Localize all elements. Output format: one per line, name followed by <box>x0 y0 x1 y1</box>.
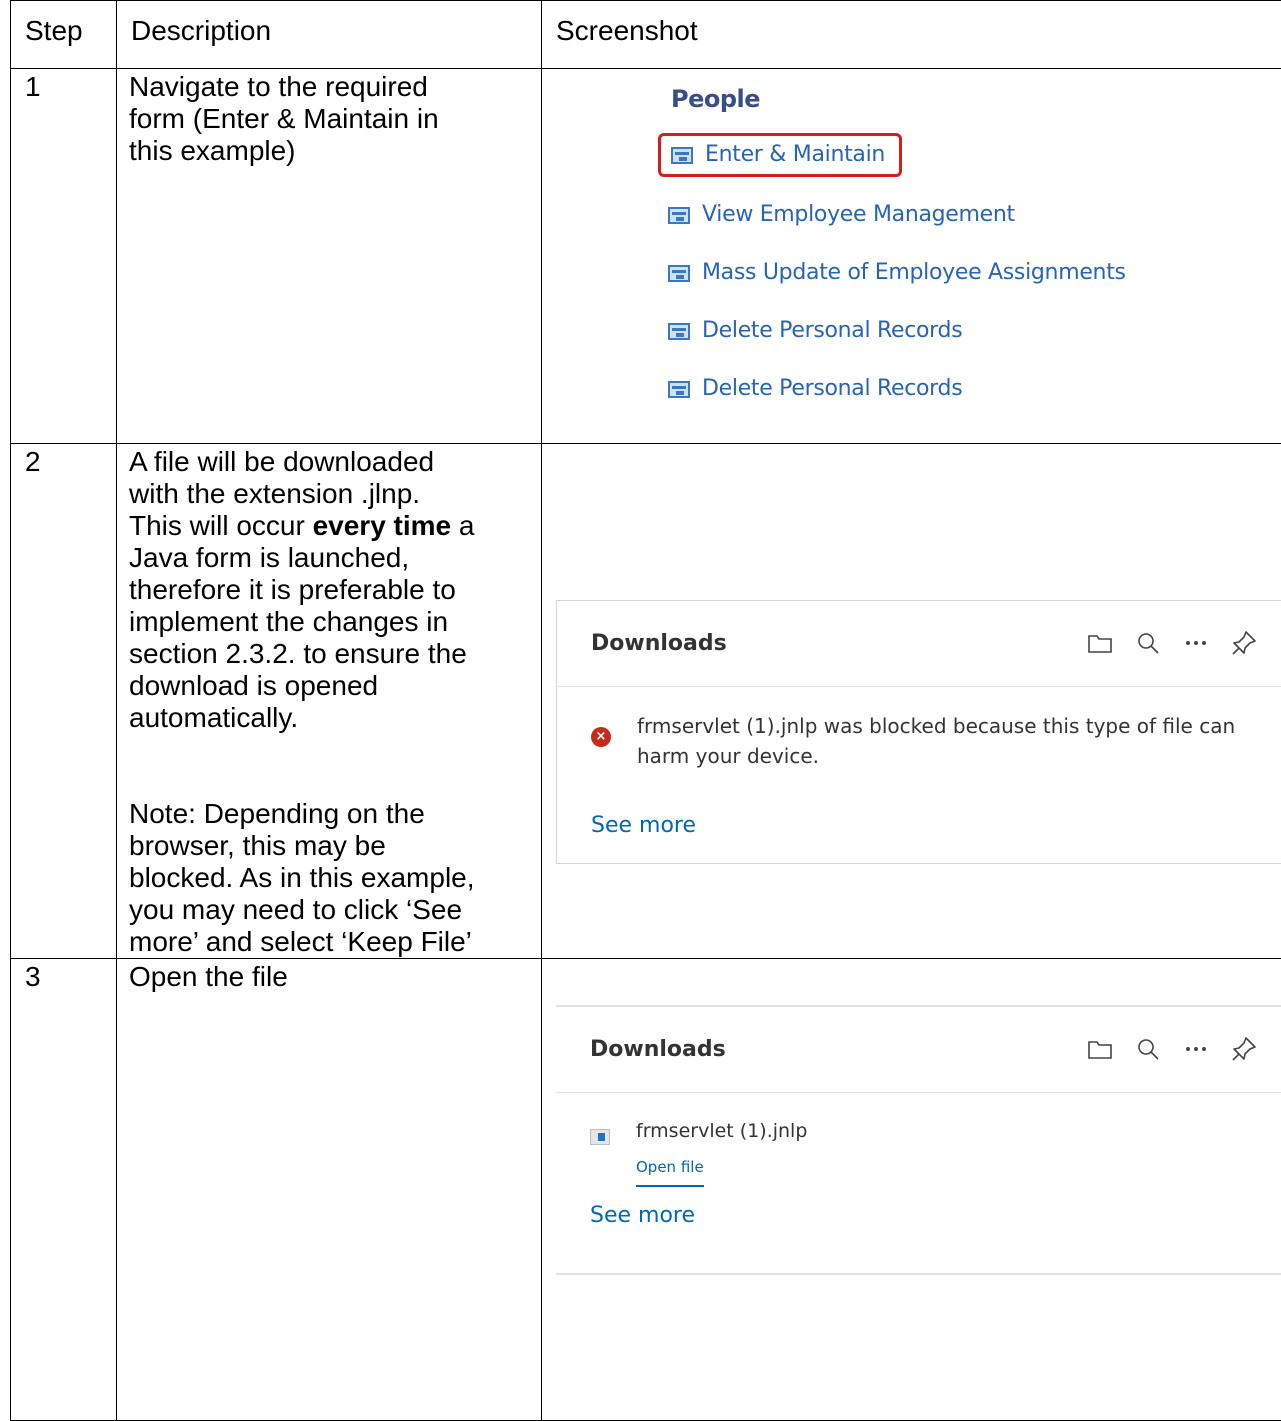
menu-item-delete-personal-records[interactable]: Delete Personal Records <box>668 367 963 411</box>
download-item: frmservlet (1).jnlp Open file <box>556 1093 1281 1191</box>
blocked-message-line: frmservlet (1).jnlp was blocked because … <box>637 714 1236 738</box>
screenshot-cell: Downloads <box>541 958 1281 1421</box>
step-number: 1 <box>10 68 117 444</box>
form-icon <box>668 322 690 340</box>
pin-icon[interactable] <box>1220 1029 1268 1069</box>
note-line: you may need to click ‘See <box>129 894 463 925</box>
description-line: section 2.3.2. to ensure the <box>129 638 467 669</box>
table-row: 2 A file will be downloaded with the ext… <box>10 443 1281 959</box>
menu-item-delete-personal-records[interactable]: Delete Personal Records <box>668 309 963 353</box>
description-line: download is opened <box>129 670 379 701</box>
description-line: form (Enter & Maintain in <box>129 103 439 134</box>
description-emphasis: every time <box>312 510 452 541</box>
form-icon <box>668 380 690 398</box>
description-line: this example) <box>129 135 296 166</box>
downloads-toolbar <box>1076 623 1268 663</box>
note-line: more’ and select ‘Keep File’ <box>129 926 472 957</box>
more-icon[interactable] <box>1172 623 1220 663</box>
pin-icon[interactable] <box>1220 623 1268 663</box>
header-description: Description <box>116 0 542 69</box>
search-icon[interactable] <box>1124 623 1172 663</box>
menu-item-label: Enter & Maintain <box>705 142 886 167</box>
description-line: Java form is launched, <box>129 542 410 573</box>
note-line: Note: Depending on the <box>129 798 425 829</box>
step-number: 2 <box>10 443 117 959</box>
folder-icon[interactable] <box>1076 623 1124 663</box>
form-icon <box>668 206 690 224</box>
menu-item-mass-update[interactable]: Mass Update of Employee Assignments <box>668 251 1126 295</box>
folder-icon[interactable] <box>1076 1029 1124 1069</box>
blocked-message-line: harm your device. <box>637 744 820 768</box>
see-more-row: See more <box>556 1191 1281 1232</box>
search-icon[interactable] <box>1124 1029 1172 1069</box>
menu-item-label: Delete Personal Records <box>702 318 963 343</box>
description-text: This will occur <box>129 510 313 541</box>
blocked-message: × frmservlet (1).jnlp was blocked becaus… <box>557 687 1281 787</box>
header-screenshot: Screenshot <box>541 0 1281 69</box>
file-icon <box>590 1129 610 1145</box>
description-line: Navigate to the required <box>129 71 428 102</box>
see-more-row: See more <box>557 787 1281 842</box>
downloads-toolbar <box>1076 1029 1268 1069</box>
form-icon <box>668 264 690 282</box>
downloads-title: Downloads <box>591 630 727 656</box>
downloads-header: Downloads <box>557 601 1281 687</box>
description-line: This will occur every time a <box>129 510 533 542</box>
menu-item-label: Mass Update of Employee Assignments <box>702 260 1126 285</box>
description-line: implement the changes in <box>129 606 449 637</box>
description-text: a <box>451 510 475 541</box>
step-number: 3 <box>10 958 117 1421</box>
menu-item-enter-maintain[interactable]: Enter & Maintain <box>658 133 903 177</box>
open-file-link[interactable]: Open file <box>636 1151 704 1187</box>
error-icon: × <box>591 727 611 747</box>
description-line: A file will be downloaded <box>129 446 435 477</box>
screenshot-cell: Downloads <box>541 443 1281 959</box>
menu-item-view-employee-management[interactable]: View Employee Management <box>668 193 1015 237</box>
menu-item-label: Delete Personal Records <box>702 376 963 401</box>
more-icon[interactable] <box>1172 1029 1220 1069</box>
step-description: A file will be downloaded with the exten… <box>116 443 542 959</box>
table-row: 1 Navigate to the required form (Enter &… <box>10 68 1281 444</box>
steps-table: Step Description Screenshot 1 Navigate t… <box>10 0 1281 1421</box>
description-line: therefore it is preferable to <box>129 574 456 605</box>
form-icon <box>671 146 693 164</box>
note-line: browser, this may be <box>129 830 386 861</box>
screenshot-cell: People Enter & Maintain View Employee Ma… <box>541 68 1281 444</box>
header-row: Step Description Screenshot <box>10 0 1281 69</box>
divider <box>556 1273 1281 1275</box>
step-description: Open the file <box>116 958 542 1421</box>
step-description: Navigate to the required form (Enter & M… <box>116 68 542 444</box>
see-more-link[interactable]: See more <box>591 810 696 842</box>
downloads-panel: Downloads <box>556 600 1281 864</box>
table-row: 3 Open the file Downloads frmservlet (1)… <box>10 958 1281 1421</box>
description-line: with the extension .jlnp. <box>129 478 421 509</box>
downloads-title: Downloads <box>590 1036 726 1062</box>
people-menu: People Enter & Maintain View Employee Ma… <box>542 69 1281 444</box>
header-step: Step <box>10 0 117 69</box>
description-line: automatically. <box>129 702 299 733</box>
downloads-header: Downloads <box>556 1007 1281 1093</box>
people-heading: People <box>671 85 761 113</box>
note-line: blocked. As in this example, <box>129 862 475 893</box>
menu-item-label: View Employee Management <box>702 202 1015 227</box>
file-name: frmservlet (1).jnlp <box>636 1120 808 1142</box>
see-more-link[interactable]: See more <box>590 1200 695 1232</box>
description-line: Open the file <box>129 961 288 992</box>
downloads-panel: Downloads <box>556 1005 1281 1275</box>
